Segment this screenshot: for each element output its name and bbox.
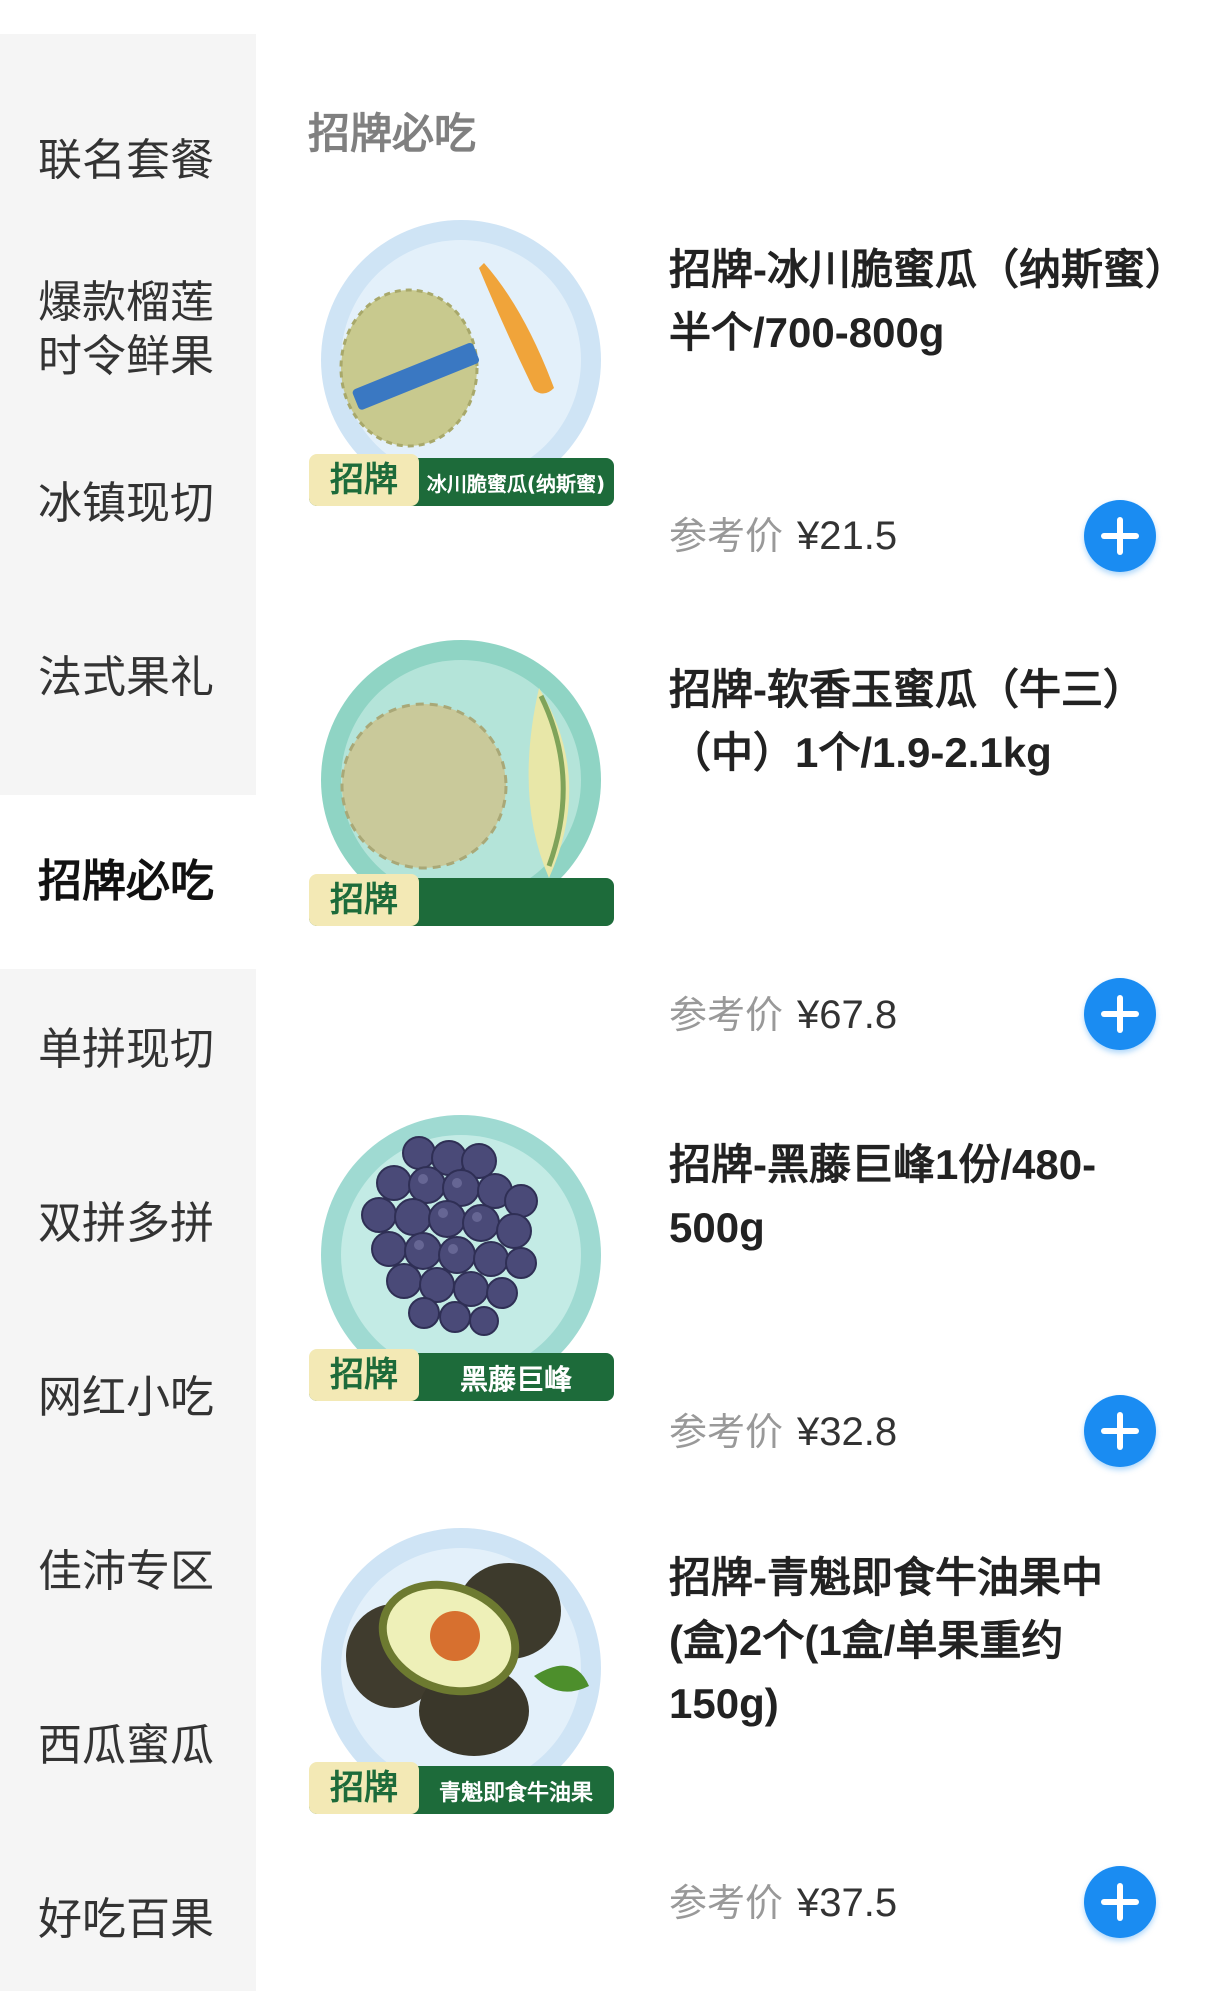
add-to-cart-button[interactable] xyxy=(1084,1395,1156,1467)
sidebar-item-single-cut[interactable]: 单拼现切 xyxy=(0,963,256,1137)
product-name[interactable]: 招牌-黑藤巨峰1份/480-500g xyxy=(669,1133,1169,1259)
sidebar-item-signature[interactable]: 招牌必吃 xyxy=(0,795,256,969)
product-card[interactable]: 招牌 冰川脆蜜瓜(纳斯蜜) 招牌-冰川脆蜜瓜（纳斯蜜）半个/700-800g 参… xyxy=(256,218,1206,598)
ribbon-text: 黑藤巨峰 xyxy=(460,1363,572,1396)
avocado-icon[interactable]: 招牌 青魁即食牛油果 xyxy=(309,1526,614,1831)
price-row: 参考价 ¥21.5 xyxy=(669,505,897,560)
sidebar-item-durian-seasonal[interactable]: 爆款榴莲 时令鲜果 xyxy=(0,243,256,417)
sidebar-item-label: 网红小吃 xyxy=(38,1373,214,1422)
sidebar-item-label: 冰镇现切 xyxy=(38,479,214,528)
price-value: ¥37.5 xyxy=(797,1881,898,1925)
price-row: 参考价 ¥37.5 xyxy=(669,1872,897,1927)
add-to-cart-button[interactable] xyxy=(1084,1866,1156,1938)
sidebar-item-label: 双拼多拼 xyxy=(38,1199,214,1248)
badge-text: 招牌 xyxy=(330,1768,398,1808)
product-name[interactable]: 招牌-冰川脆蜜瓜（纳斯蜜）半个/700-800g xyxy=(669,238,1169,364)
price-label: 参考价 xyxy=(669,1883,784,1925)
section-title: 招牌必吃 xyxy=(308,110,477,157)
sidebar-item-all-fruits[interactable]: 好吃百果 xyxy=(0,1833,256,1991)
sidebar-item-label: 单拼现切 xyxy=(38,1025,214,1074)
product-name[interactable]: 招牌-青魁即食牛油果中(盒)2个(1盒/单果重约150g) xyxy=(669,1546,1169,1735)
badge-text: 招牌 xyxy=(330,460,398,500)
sidebar-item-watermelon[interactable]: 西瓜蜜瓜 xyxy=(0,1659,256,1833)
product-card[interactable]: 招牌 黑藤巨峰 招牌-黑藤巨峰1份/480-500g 参考价 ¥32.8 xyxy=(256,1113,1206,1493)
price-value: ¥32.8 xyxy=(797,1410,898,1454)
ribbon-text: 冰川脆蜜瓜(纳斯蜜) xyxy=(427,472,605,496)
price-label: 参考价 xyxy=(669,995,784,1037)
grapes-icon[interactable]: 招牌 黑藤巨峰 xyxy=(309,1113,614,1418)
product-card[interactable]: 招牌 招牌-软香玉蜜瓜（牛三）（中）1个/1.9-2.1kg 参考价 ¥67.8 xyxy=(256,638,1206,1058)
product-card[interactable]: 招牌 青魁即食牛油果 招牌-青魁即食牛油果中(盒)2个(1盒/单果重约150g)… xyxy=(256,1526,1206,1946)
badge-text: 招牌 xyxy=(330,1355,398,1395)
price-value: ¥67.8 xyxy=(797,993,898,1037)
sidebar-item-snacks[interactable]: 网红小吃 xyxy=(0,1311,256,1485)
sidebar-item-label: 西瓜蜜瓜 xyxy=(38,1721,214,1770)
sidebar-item-label: 爆款榴莲 时令鲜果 xyxy=(38,278,214,381)
melon-half-icon[interactable]: 招牌 冰川脆蜜瓜(纳斯蜜) xyxy=(309,218,614,523)
price-label: 参考价 xyxy=(669,516,784,558)
sidebar-item-label: 好吃百果 xyxy=(38,1895,214,1944)
sidebar-item-french-gift[interactable]: 法式果礼 xyxy=(0,591,256,765)
add-to-cart-button[interactable] xyxy=(1084,978,1156,1050)
sidebar-item-multi-mix[interactable]: 双拼多拼 xyxy=(0,1137,256,1311)
sidebar-item-label: 联名套餐 xyxy=(38,136,214,185)
product-name[interactable]: 招牌-软香玉蜜瓜（牛三）（中）1个/1.9-2.1kg xyxy=(669,658,1169,784)
badge-text: 招牌 xyxy=(330,880,398,920)
sidebar-item-label: 佳沛专区 xyxy=(38,1547,214,1596)
price-row: 参考价 ¥67.8 xyxy=(669,984,897,1039)
melon-whole-icon[interactable]: 招牌 xyxy=(309,638,614,943)
price-label: 参考价 xyxy=(669,1412,784,1454)
add-to-cart-button[interactable] xyxy=(1084,500,1156,572)
sidebar-item-label: 法式果礼 xyxy=(38,653,214,702)
ribbon-text: 青魁即食牛油果 xyxy=(439,1780,593,1806)
sidebar-item-joint-set[interactable]: 联名套餐 xyxy=(0,74,256,248)
sidebar-item-zespri[interactable]: 佳沛专区 xyxy=(0,1485,256,1659)
sidebar-item-chilled-cut[interactable]: 冰镇现切 xyxy=(0,417,256,591)
price-row: 参考价 ¥32.8 xyxy=(669,1401,897,1456)
price-value: ¥21.5 xyxy=(797,514,898,558)
sidebar-item-label: 招牌必吃 xyxy=(38,857,214,906)
category-sidebar: 联名套餐 爆款榴莲 时令鲜果 冰镇现切 法式果礼 招牌必吃 单拼现切 双拼多拼 … xyxy=(0,34,256,1991)
